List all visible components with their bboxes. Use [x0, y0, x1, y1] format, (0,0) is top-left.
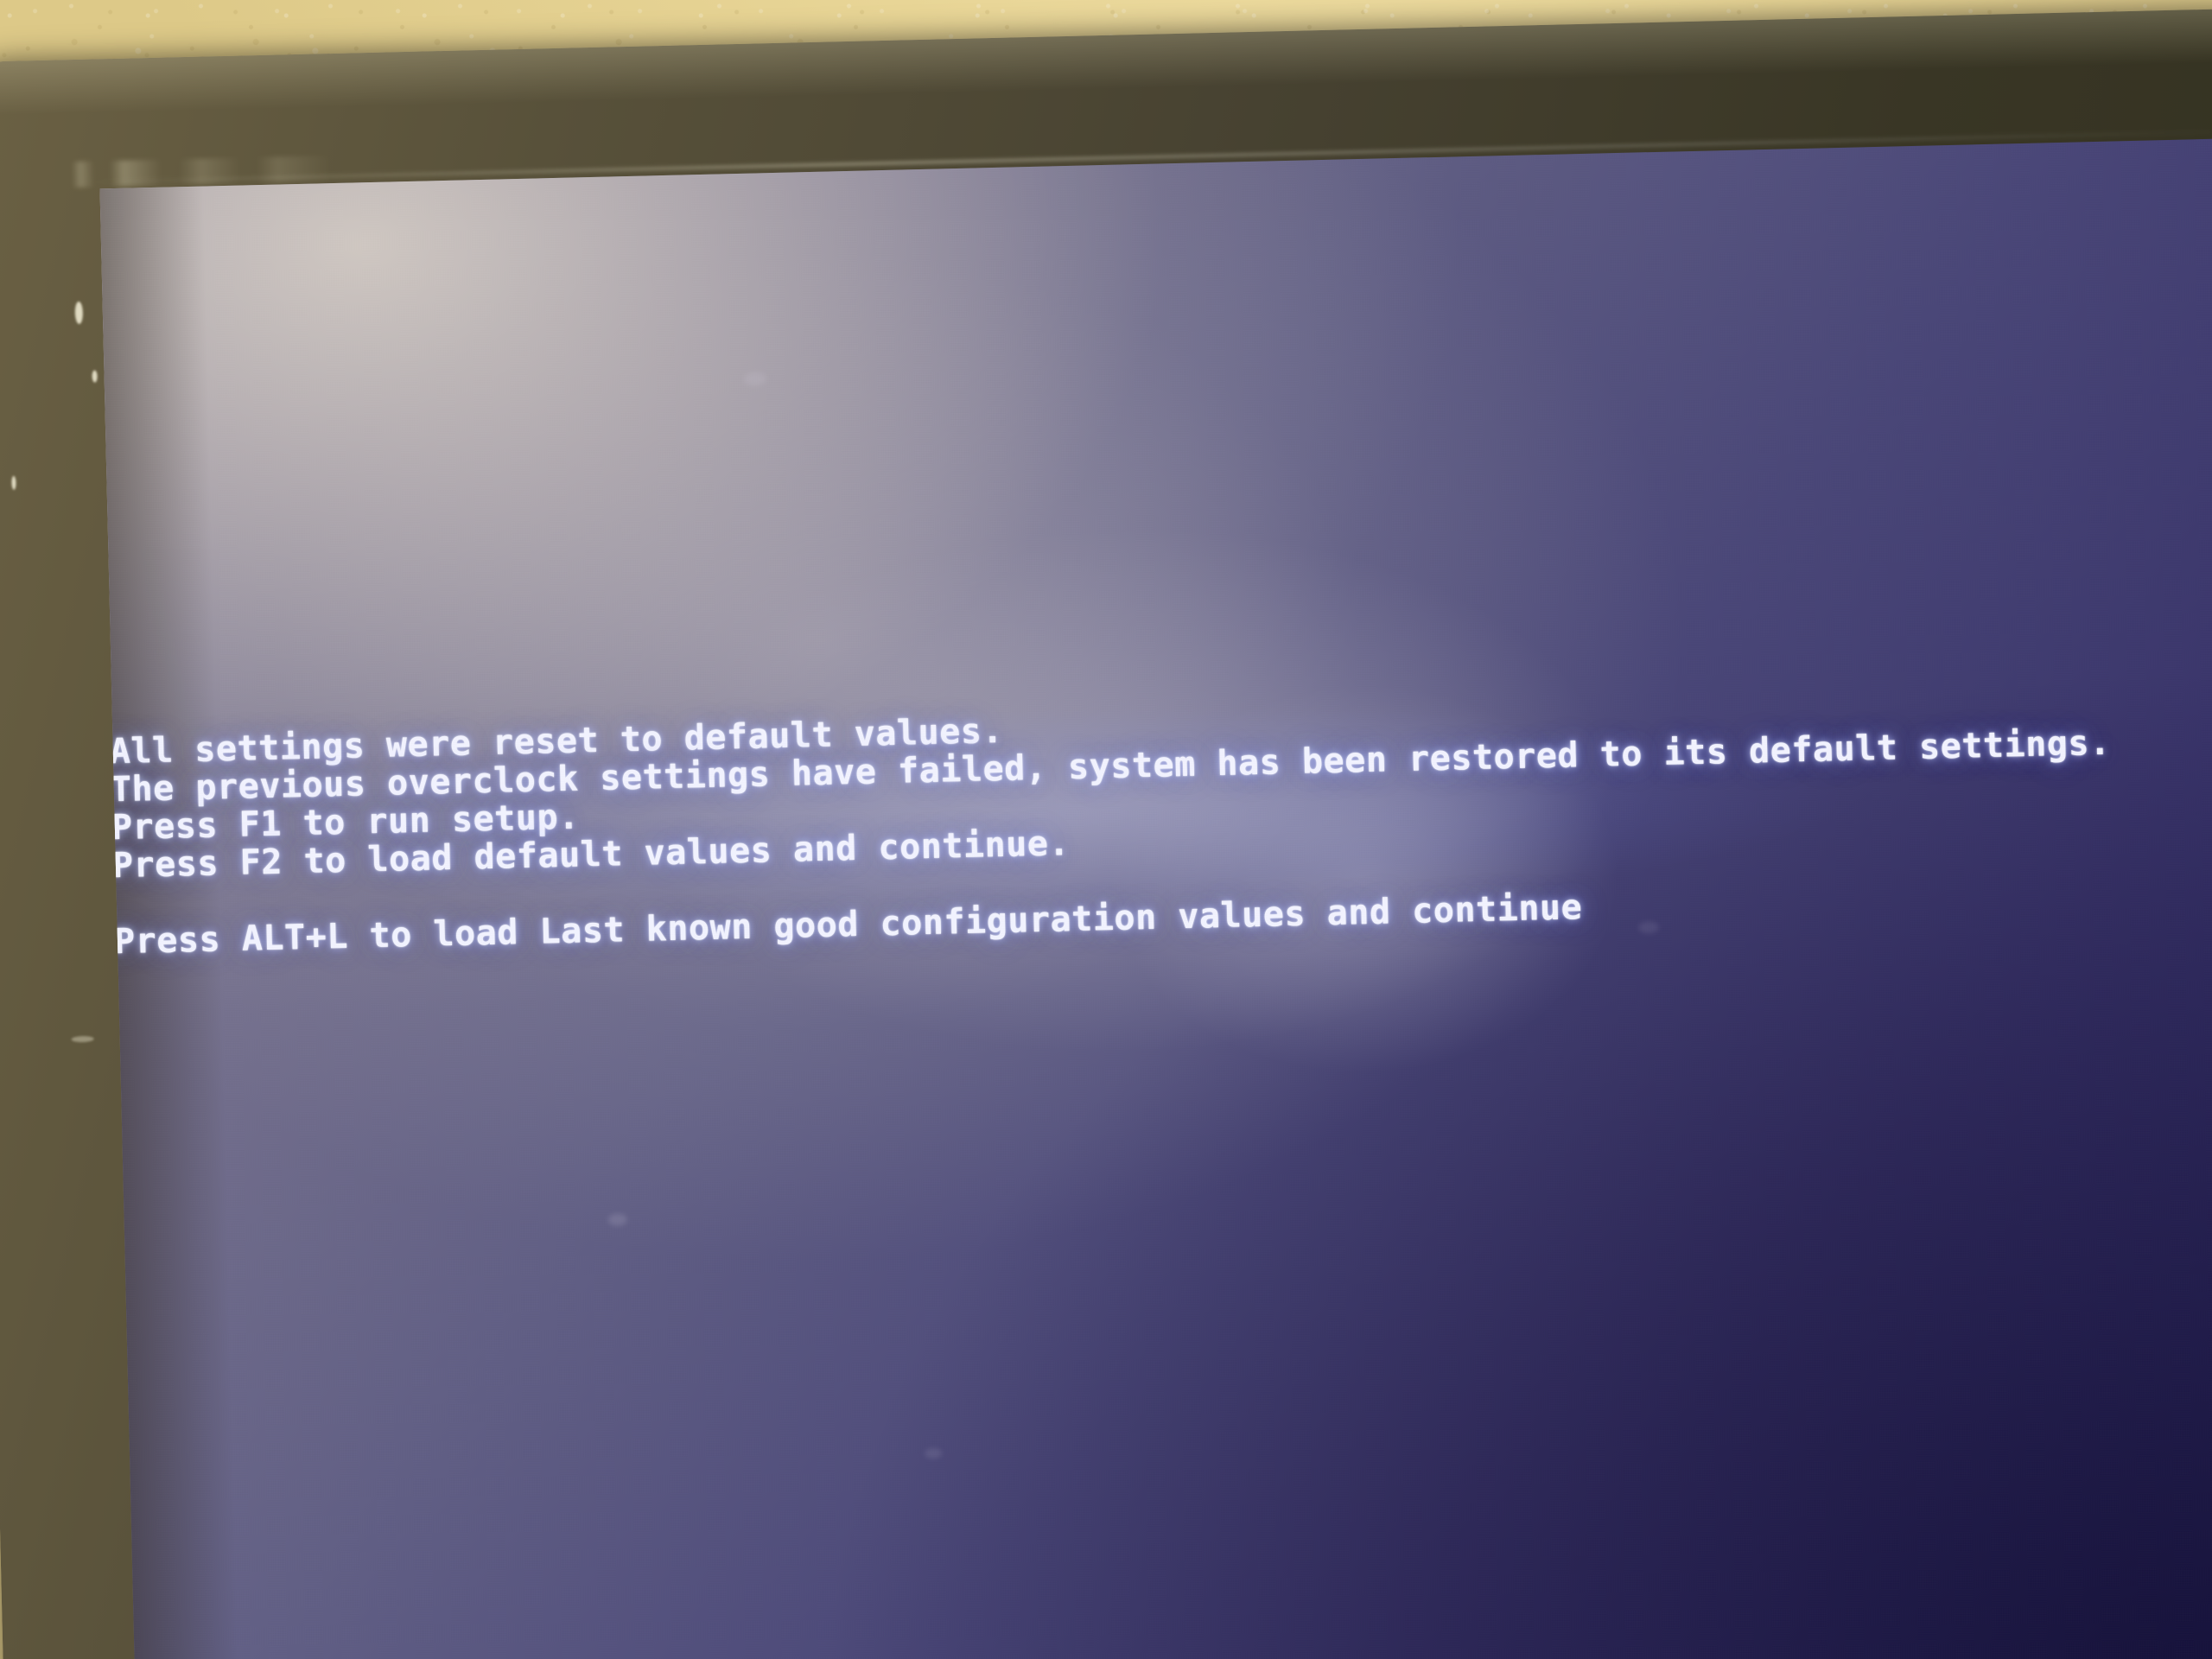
screen-dust-speck	[743, 372, 767, 386]
bios-message-console: All settings were reset to default value…	[109, 683, 2212, 962]
screen-dust-speck	[607, 1213, 627, 1226]
bezel-speck	[92, 370, 98, 383]
screenshot-root: All settings were reset to default value…	[0, 0, 2212, 1659]
bezel-speck	[71, 1035, 94, 1043]
bezel-speck	[11, 475, 16, 490]
monitor-screen: All settings were reset to default value…	[99, 137, 2212, 1659]
monitor-bezel: All settings were reset to default value…	[0, 8, 2212, 1659]
bezel-speck	[74, 301, 84, 325]
screen-dust-speck	[925, 1447, 943, 1459]
